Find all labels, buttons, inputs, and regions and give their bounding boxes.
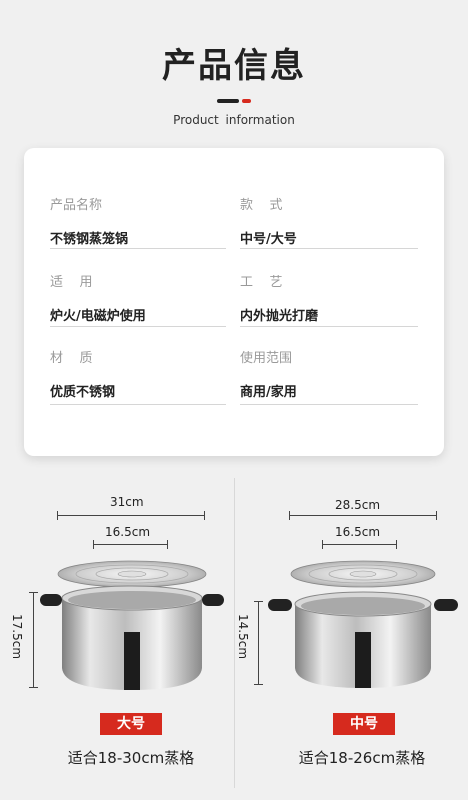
large-inner-width-line: [93, 540, 168, 549]
info-value: 内外抛光打磨: [240, 309, 319, 324]
medium-height-line: [254, 601, 263, 685]
medium-pot-image: [268, 560, 458, 688]
medium-inner-width-line: [322, 540, 397, 549]
large-pot-image: [40, 560, 224, 690]
info-cell-material: 材 质 优质不锈钢: [50, 347, 115, 400]
info-value: 不锈钢蒸笼锅: [50, 232, 129, 247]
info-cell-craft: 工 艺 内外抛光打磨: [240, 271, 318, 324]
size-divider: [234, 478, 235, 788]
info-value: 优质不锈钢: [50, 385, 116, 400]
medium-fit-text: 适合18-26cm蒸格: [298, 749, 426, 767]
info-cell-scope: 使用范围 商用/家用: [240, 347, 297, 400]
info-value: 炉火/电磁炉使用: [50, 309, 146, 324]
info-cell-product-name: 产品名称 不锈钢蒸笼锅: [50, 194, 128, 247]
large-outer-width-line: [57, 511, 205, 520]
info-label: 使用范围: [240, 351, 293, 366]
medium-outer-width-label: 28.5cm: [335, 498, 381, 512]
large-fit-text: 适合18-30cm蒸格: [67, 749, 195, 767]
title-decoration-dark-bar: [217, 99, 239, 103]
medium-outer-width-line: [289, 511, 437, 520]
title-decoration-red-bar: [242, 99, 251, 103]
medium-height-label: 14.5cm: [236, 614, 250, 660]
large-outer-width-label: 31cm: [110, 495, 144, 509]
title-decoration: [217, 99, 251, 103]
info-divider: [50, 326, 226, 327]
info-label: 产品名称: [50, 198, 103, 213]
info-value: 商用/家用: [240, 385, 297, 400]
info-label: 适 用: [50, 275, 93, 290]
info-divider: [240, 326, 418, 327]
info-label: 工 艺: [240, 275, 283, 290]
info-divider: [240, 404, 418, 405]
medium-inner-width-label: 16.5cm: [335, 525, 381, 539]
page-title: 产品信息: [162, 46, 306, 86]
page-subtitle: Product information: [173, 113, 295, 127]
info-cell-style: 款 式 中号/大号: [240, 194, 297, 247]
medium-size-badge: 中号: [333, 713, 395, 735]
info-divider: [50, 404, 226, 405]
large-height-label: 17.5cm: [10, 614, 24, 660]
large-size-badge: 大号: [100, 713, 162, 735]
large-height-line: [29, 592, 38, 688]
large-inner-width-label: 16.5cm: [105, 525, 151, 539]
info-cell-usage: 适 用 炉火/电磁炉使用: [50, 271, 146, 324]
info-divider: [50, 248, 226, 249]
info-value: 中号/大号: [240, 232, 297, 247]
info-divider: [240, 248, 418, 249]
info-label: 款 式: [240, 198, 283, 213]
info-label: 材 质: [50, 351, 93, 366]
info-card: 产品名称 不锈钢蒸笼锅 款 式 中号/大号 适 用 炉火/电磁炉使用 工 艺 内…: [24, 148, 444, 456]
